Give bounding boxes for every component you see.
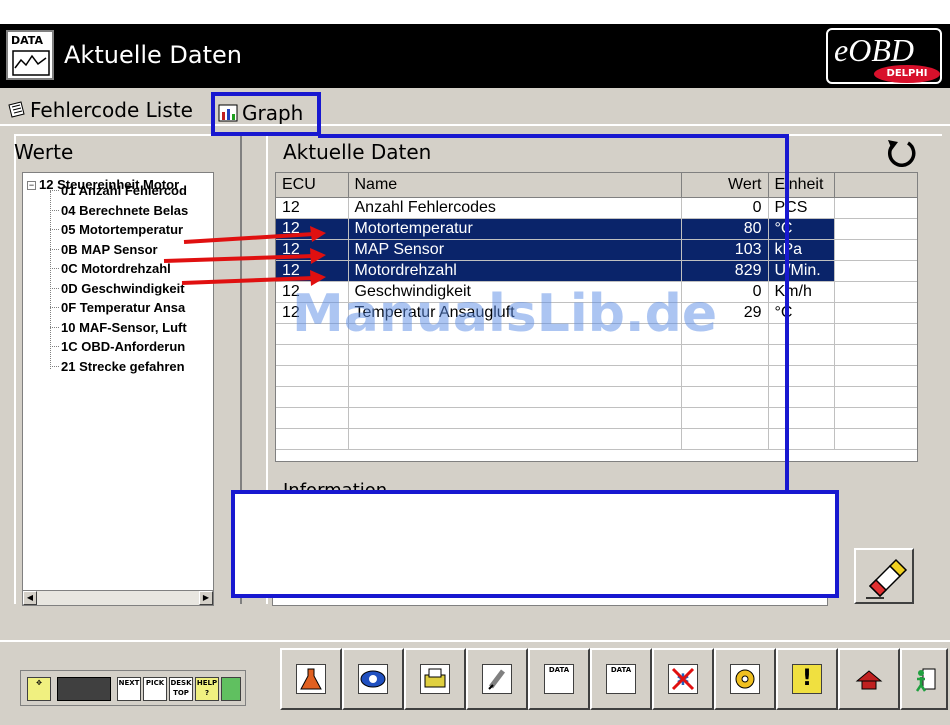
move-icon[interactable]: ✥ [27,677,51,701]
desktop-label: DESK TOP [170,679,192,697]
annotation-arrow [183,232,315,244]
watermark: ManualsLib.de [292,284,718,344]
annotation-arrow [181,276,315,285]
annotation-arrow [163,254,315,263]
tool-button-printer[interactable] [404,648,466,710]
warning-icon: ! [792,664,822,694]
help-button[interactable]: HELP ? [195,677,219,701]
tool-button-spark-plug[interactable] [466,648,528,710]
home-icon [854,664,884,694]
flask-icon [296,664,326,694]
annotation-arrows [163,226,326,286]
keyboard-icon[interactable] [57,677,111,701]
data-freeze-label: DATA [548,666,570,674]
app-window: DATA Aktuelle Daten eOBD DELPHI Fehlerco… [0,0,950,725]
help-label: HELP ? [196,679,218,697]
tool-button-data-record[interactable]: DATA [590,648,652,710]
tool-button-exit[interactable] [900,648,948,710]
eye-icon [358,664,388,694]
tool-button-warning[interactable]: ! [776,648,838,710]
arrowhead-icon [310,226,326,242]
tool-button-eye[interactable] [342,648,404,710]
tool-button-flask[interactable] [280,648,342,710]
next-label: NEXT [118,679,140,687]
tool-button-sensor[interactable] [714,648,776,710]
printer-icon [420,664,450,694]
pick-label: PICK [145,679,165,687]
data-record-icon: DATA [606,664,636,694]
no-snow-icon: ✱ [668,664,698,694]
sensor-icon [730,664,760,694]
bottom-toolbar: ✥ NEXT PICK DESK TOP HELP ? DATA DATA ✱ … [0,640,950,725]
arrowhead-icon [310,248,326,264]
warning-label: ! [801,666,813,691]
next-button[interactable]: NEXT [117,677,141,701]
tool-button-home[interactable] [838,648,900,710]
exit-icon [910,664,940,694]
data-freeze-icon: DATA [544,664,574,694]
navigation-group: ✥ NEXT PICK DESK TOP HELP ? [20,670,246,706]
tool-button-no-snow[interactable]: ✱ [652,648,714,710]
data-record-label: DATA [610,666,632,674]
tool-button-data-freeze[interactable]: DATA [528,648,590,710]
pick-button[interactable]: PICK [143,677,167,701]
spark-plug-icon [482,664,512,694]
recycle-icon[interactable] [221,677,241,701]
desktop-button[interactable]: DESK TOP [169,677,193,701]
